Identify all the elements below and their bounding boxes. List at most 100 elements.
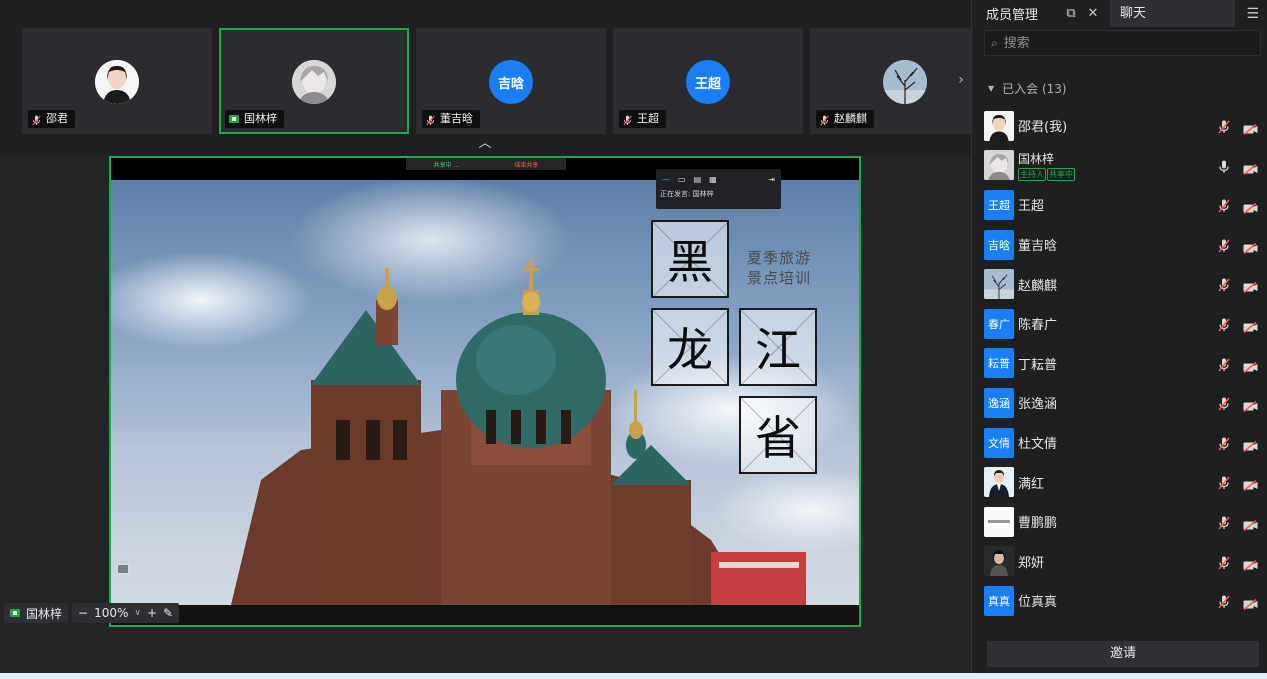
camera-off-icon[interactable] [1243,556,1258,571]
annotation-icon[interactable] [117,564,129,574]
member-row[interactable]: 郑妍 [972,542,1267,582]
member-info: 赵麟麒 [1018,275,1057,294]
member-roles: 主持人 共享中 [1018,167,1075,181]
invite-button[interactable]: 邀请 [987,641,1259,667]
participant-tile[interactable]: 国林梓 [219,28,409,134]
panel-header: 成员管理 ⧉ ✕ 聊天 ☰ [972,0,1267,27]
participant-name-tag: 赵麟麒 [816,110,874,128]
sharer-label: 国林梓 [4,603,69,623]
camera-off-icon[interactable] [1243,437,1258,452]
mic-icon[interactable] [1218,159,1230,173]
camera-off-icon[interactable] [1243,160,1258,175]
role-badge: 共享中 [1047,167,1075,181]
member-search[interactable]: ⌕ [984,30,1261,56]
presentation-slide: 黑 龙 江 省 夏季旅游 景点培训 [111,180,859,605]
mic-muted-icon[interactable] [1218,119,1230,134]
camera-off-icon[interactable] [1243,318,1258,334]
member-row[interactable]: 赵麟麒 [972,264,1267,304]
current-speaker-label: 正在发言: 国林梓 [660,190,714,198]
member-row[interactable]: 春广 陈春广 [972,304,1267,344]
mic-muted-icon [426,114,435,125]
zoom-out-button[interactable]: − [78,606,88,620]
participant-name: 赵麟麒 [834,112,867,125]
mic-muted-icon[interactable] [1218,515,1230,530]
grid-icon[interactable]: ▦ [709,175,717,184]
collapse-thumbnails-chevron-icon[interactable]: ︿ [475,137,495,151]
shared-screen[interactable]: 共享中 ... 结束共享 黑 龙 江 省 夏季旅游 景点培训 — ▭ ▤ ▦ ⇥… [109,156,861,627]
member-row[interactable]: 文倩 杜文倩 [972,423,1267,463]
member-name: 赵麟麒 [1018,278,1058,294]
thumbnail-next-arrow-icon[interactable]: › [951,60,971,100]
slide-subtitle-line-2: 景点培训 [747,269,812,287]
camera-off-icon[interactable] [1243,516,1258,532]
member-row[interactable]: 国林梓 主持人 共享中 [972,146,1267,186]
mic-muted-icon[interactable] [1218,475,1230,490]
mic-muted-icon[interactable] [1218,436,1230,451]
mic-muted-icon[interactable] [1218,594,1230,609]
zoom-control: − 100% ∨ + ✎ [72,603,180,623]
slide-char-sheng: 省 [739,396,817,474]
mic-muted-icon[interactable] [1218,317,1230,332]
zoom-in-button[interactable]: + [147,606,157,620]
avatar [95,60,139,104]
stop-share-button[interactable]: 结束共享 [514,160,538,169]
mic-muted-icon[interactable] [1218,357,1230,372]
share-status-bar: 共享中 ... 结束共享 [406,158,566,170]
joined-section-header[interactable]: ▼ 已入会 (13) [972,78,1267,98]
camera-off-icon[interactable] [1243,476,1258,492]
member-row[interactable]: 邵君(我) [972,106,1267,146]
menu-icon[interactable]: ☰ [1246,6,1259,22]
mic-muted-icon[interactable] [1218,238,1230,253]
slide-subtitle-line-1: 夏季旅游 [747,249,812,267]
member-row[interactable]: 耘普 丁耘普 [972,344,1267,384]
participant-tile[interactable]: 邵君 [22,28,212,134]
member-avatar: 王超 [984,189,1014,220]
member-avatar: 文倩 [984,427,1014,458]
popout-window-icon[interactable]: ⧉ [1062,6,1080,21]
member-row[interactable]: 逸涵 张逸涵 [972,383,1267,423]
camera-off-icon[interactable] [1243,358,1258,373]
tab-chat[interactable]: 聊天 [1110,0,1235,27]
avatar: 王超 [686,60,730,104]
mic-muted-icon[interactable] [1218,555,1230,570]
camera-off-icon[interactable] [1243,397,1258,413]
member-row[interactable]: 满红 [972,462,1267,502]
camera-off-icon[interactable] [1243,595,1258,611]
layout-icon[interactable]: ▤ [694,175,702,184]
dock-icon[interactable]: ⇥ [768,175,775,184]
meeting-window: 邵君国林梓吉晗董吉晗王超王超赵麟麒 › ︿ 共享中 ... 结束共享 [0,0,1267,679]
member-avatar: 吉晗 [984,229,1014,260]
member-name: 国林梓 [1018,151,1055,166]
mic-muted-icon[interactable] [1218,396,1230,411]
mic-muted-icon[interactable] [1218,198,1230,213]
member-row[interactable]: 曹鹏鹏 [972,502,1267,542]
tab-member-management[interactable]: 成员管理 [972,4,1058,23]
member-avatar: 春广 [984,308,1014,339]
member-name: 杜文倩 [1018,437,1058,453]
minimize-icon[interactable]: — [662,175,670,184]
presenter-toolbar: — ▭ ▤ ▦ ⇥ 正在发言: 国林梓 [656,169,781,209]
pen-icon[interactable]: ✎ [163,606,173,620]
camera-off-icon[interactable] [1243,199,1258,215]
mic-muted-icon [820,114,829,125]
member-row[interactable]: 吉晗 董吉晗 [972,225,1267,265]
window-icon[interactable]: ▭ [678,175,686,184]
member-list: 邵君(我) 国林梓 主持人 共享中 王超 王超 吉晗 董吉晗 赵麟麒 春广 陈春广 耘普 丁耘普 逸涵 张逸… [972,106,1267,621]
close-icon[interactable]: ✕ [1084,6,1102,21]
camera-off-icon[interactable] [1243,239,1258,254]
member-name: 张逸涵 [1018,397,1058,413]
chevron-down-icon[interactable]: ∨ [134,608,141,618]
camera-off-icon[interactable] [1243,278,1258,294]
mic-muted-icon[interactable] [1218,277,1230,292]
search-input[interactable] [1003,35,1204,51]
screen-share-icon [10,609,20,617]
member-row[interactable]: 王超 王超 [972,185,1267,225]
participant-tile[interactable]: 吉晗 董吉晗 [416,28,606,134]
participant-name-tag: 国林梓 [225,110,284,128]
camera-off-icon[interactable] [1243,120,1258,136]
zoom-level-select[interactable]: 100% [94,606,128,620]
member-row[interactable]: 真真 位真真 [972,581,1267,621]
member-avatar: 耘普 [984,348,1014,379]
member-avatar: 逸涵 [984,387,1014,418]
participant-tile[interactable]: 王超 王超 [613,28,803,134]
